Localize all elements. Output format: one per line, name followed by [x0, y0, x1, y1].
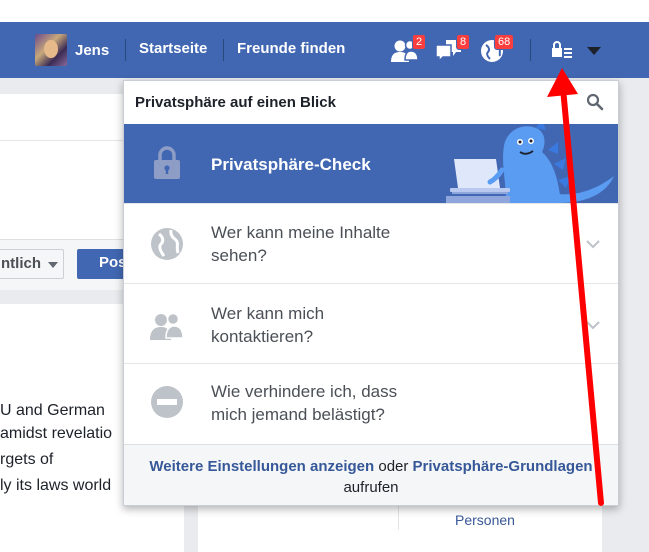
dropdown-title: Privatsphäre auf einen Blick: [135, 94, 336, 111]
privacy-option-block[interactable]: Wie verhindere ich, dass mich jemand bel…: [124, 363, 618, 444]
privacy-option-who-can-contact[interactable]: Wer kann mich kontaktieren?: [124, 283, 618, 364]
nav-find-friends-link[interactable]: Freunde finden: [237, 40, 345, 57]
story-text-line: rgets of: [0, 451, 54, 468]
privacy-option-label: Wie verhindere ich, dass mich jemand bel…: [211, 382, 398, 424]
persons-link[interactable]: Personen: [455, 512, 515, 528]
privacy-shortcuts-button[interactable]: [550, 38, 574, 62]
more-settings-link[interactable]: Weitere Einstellungen anzeigen: [149, 458, 374, 475]
nav-divider: [223, 39, 224, 61]
friend-requests-badge: 2: [412, 34, 427, 50]
lock-icon: [154, 146, 180, 179]
profile-link[interactable]: Jens: [35, 34, 109, 66]
privacy-shortcuts-dropdown: Privatsphäre auf einen Blick Privatsphär…: [123, 80, 619, 506]
dropdown-footer: Weitere Einstellungen anzeigen oder Priv…: [124, 444, 618, 505]
privacy-basics-link[interactable]: Privatsphäre-Grundlagen: [413, 458, 593, 475]
messages-button[interactable]: 8: [434, 34, 471, 64]
search-icon: [586, 93, 604, 111]
footer-suffix: aufrufen: [343, 479, 399, 496]
dropdown-header: Privatsphäre auf einen Blick: [124, 81, 618, 124]
story-text-line: U and German: [0, 402, 105, 419]
footer-connector: oder: [374, 458, 413, 475]
privacy-option-who-can-see[interactable]: Wer kann meine Inhalte sehen?: [124, 203, 618, 284]
privacy-option-label: Wer kann meine Inhalte sehen?: [211, 223, 391, 265]
panel-divider: [398, 504, 399, 530]
avatar: [35, 34, 67, 66]
nav-divider: [125, 39, 126, 61]
caret-down-icon: [587, 47, 601, 55]
lock-menu-icon: [552, 41, 572, 58]
profile-name: Jens: [75, 41, 110, 59]
friend-requests-button[interactable]: 2: [390, 34, 427, 64]
audience-selector-button[interactable]: ntlich: [0, 249, 64, 279]
globe-icon: [151, 228, 183, 260]
search-button[interactable]: [586, 93, 604, 111]
notifications-button[interactable]: 68: [478, 34, 515, 64]
story-text-line: amidst revelatio: [0, 425, 113, 442]
privacy-dinosaur-illustration: [446, 124, 614, 203]
story-text-line: ly its laws world: [0, 477, 112, 494]
messages-badge: 8: [456, 34, 471, 50]
nav-home-link[interactable]: Startseite: [139, 40, 207, 57]
people-icon: [150, 312, 184, 340]
privacy-check-label: Privatsphäre-Check: [211, 155, 371, 174]
notifications-badge: 68: [494, 34, 515, 50]
chevron-down-icon: [586, 240, 600, 249]
nav-divider: [530, 39, 531, 61]
privacy-check-banner[interactable]: Privatsphäre-Check: [124, 124, 618, 203]
block-icon: [151, 386, 183, 418]
chevron-down-icon: [586, 321, 600, 330]
account-menu-button[interactable]: [586, 44, 602, 56]
privacy-option-label: Wer kann mich kontaktieren?: [211, 304, 325, 346]
